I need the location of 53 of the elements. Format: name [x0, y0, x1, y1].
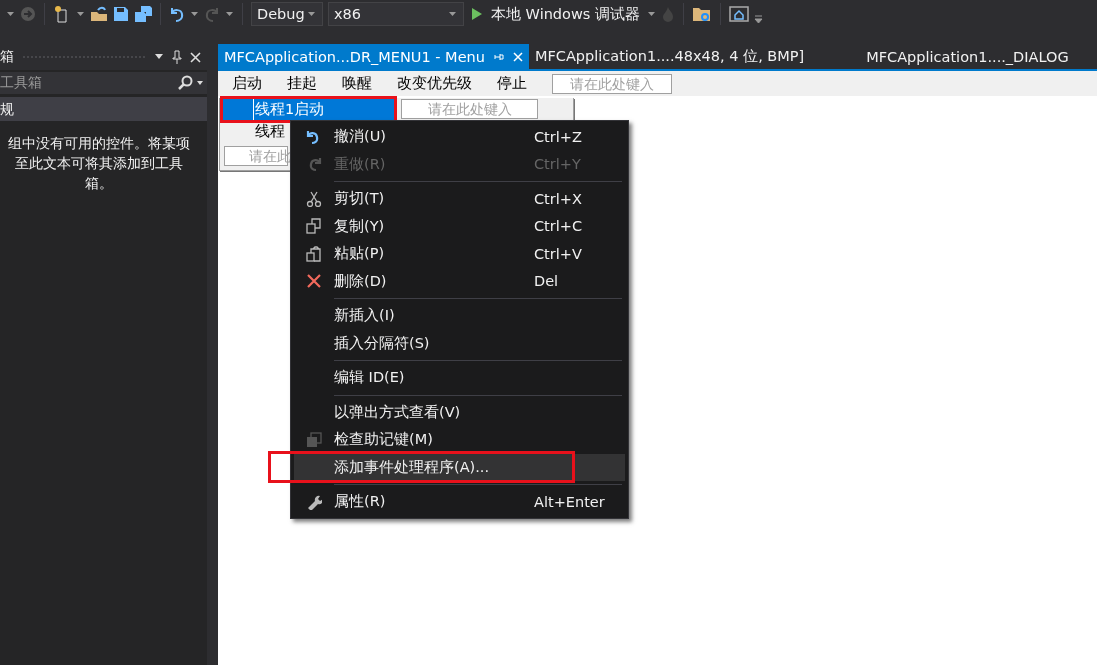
caret-icon[interactable]: [6, 10, 15, 18]
folder-search-icon[interactable]: [691, 5, 712, 23]
menu-item[interactable]: 复制(Y) Ctrl+C: [294, 212, 625, 240]
document-tab[interactable]: MFCApplication1....48x48, 4 位, BMP]: [528, 44, 813, 69]
search-icon[interactable]: [177, 75, 205, 91]
delete-icon: [306, 273, 322, 290]
menu-item[interactable]: 挂起: [287, 74, 317, 93]
caret-icon[interactable]: [154, 53, 164, 61]
menu-item[interactable]: 改变优先级: [397, 74, 472, 93]
document-tab[interactable]: MFCApplication1...._DIALOG: [860, 44, 1077, 69]
menu-item[interactable]: 删除(D) Del: [294, 267, 625, 295]
save-all-icon[interactable]: [134, 5, 152, 23]
wrench-icon: [306, 493, 322, 510]
window-home-icon[interactable]: [728, 5, 749, 23]
menu-item[interactable]: 停止: [497, 74, 527, 93]
search-field[interactable]: 工具箱: [0, 72, 207, 94]
pin-icon[interactable]: [493, 51, 504, 62]
overflow-icon[interactable]: [753, 14, 763, 24]
start-debugging-button[interactable]: 本地 Windows 调试器: [469, 4, 642, 24]
menu-item[interactable]: 插入分隔符(S): [294, 329, 625, 357]
menu-item[interactable]: 添加事件处理程序(A)...: [294, 453, 625, 481]
caret-icon[interactable]: [646, 10, 656, 18]
empty-message: 组中没有可用的控件。将某项 至此文本可将其添加到工具 箱。: [6, 134, 191, 193]
menu-item[interactable]: 以弹出方式查看(V): [294, 398, 625, 426]
configuration-dropdown[interactable]: Debug: [251, 2, 323, 26]
scissors-icon: [306, 190, 322, 207]
caret-icon: [307, 10, 316, 18]
menu-item[interactable]: 启动: [232, 74, 262, 93]
menu-item[interactable]: 检查助记键(M): [294, 426, 625, 454]
menu-item[interactable]: 编辑 ID(E): [294, 364, 625, 392]
pin-icon[interactable]: [172, 50, 182, 64]
document-tab[interactable]: MFCApplication...DR_MENU1 - Menu: [218, 44, 529, 69]
caret-icon[interactable]: [225, 10, 234, 18]
copy-icon: [306, 218, 322, 235]
panel-title: 箱: [0, 48, 14, 66]
menu-item[interactable]: 剪切(T) Ctrl+X: [294, 185, 625, 213]
menu-item[interactable]: 属性(R) Alt+Enter: [294, 488, 625, 516]
save-icon[interactable]: [113, 6, 129, 22]
play-icon: [471, 7, 483, 21]
undo-icon[interactable]: [169, 6, 185, 22]
caret-icon: [448, 10, 457, 18]
windows-icon: [306, 431, 322, 448]
caret-icon[interactable]: [190, 10, 199, 18]
menu-item[interactable]: 唤醒: [342, 74, 372, 93]
caret-icon[interactable]: [76, 10, 85, 18]
close-icon[interactable]: [190, 51, 201, 63]
menu-item[interactable]: 粘贴(P) Ctrl+V: [294, 240, 625, 268]
group-header[interactable]: 规: [0, 97, 207, 121]
platform-dropdown[interactable]: x86: [328, 2, 464, 26]
menu-item[interactable]: 新插入(I): [294, 302, 625, 330]
paste-icon: [306, 245, 322, 262]
menu-item[interactable]: 撤消(U) Ctrl+Z: [294, 123, 625, 151]
folder-icon[interactable]: [90, 6, 108, 22]
